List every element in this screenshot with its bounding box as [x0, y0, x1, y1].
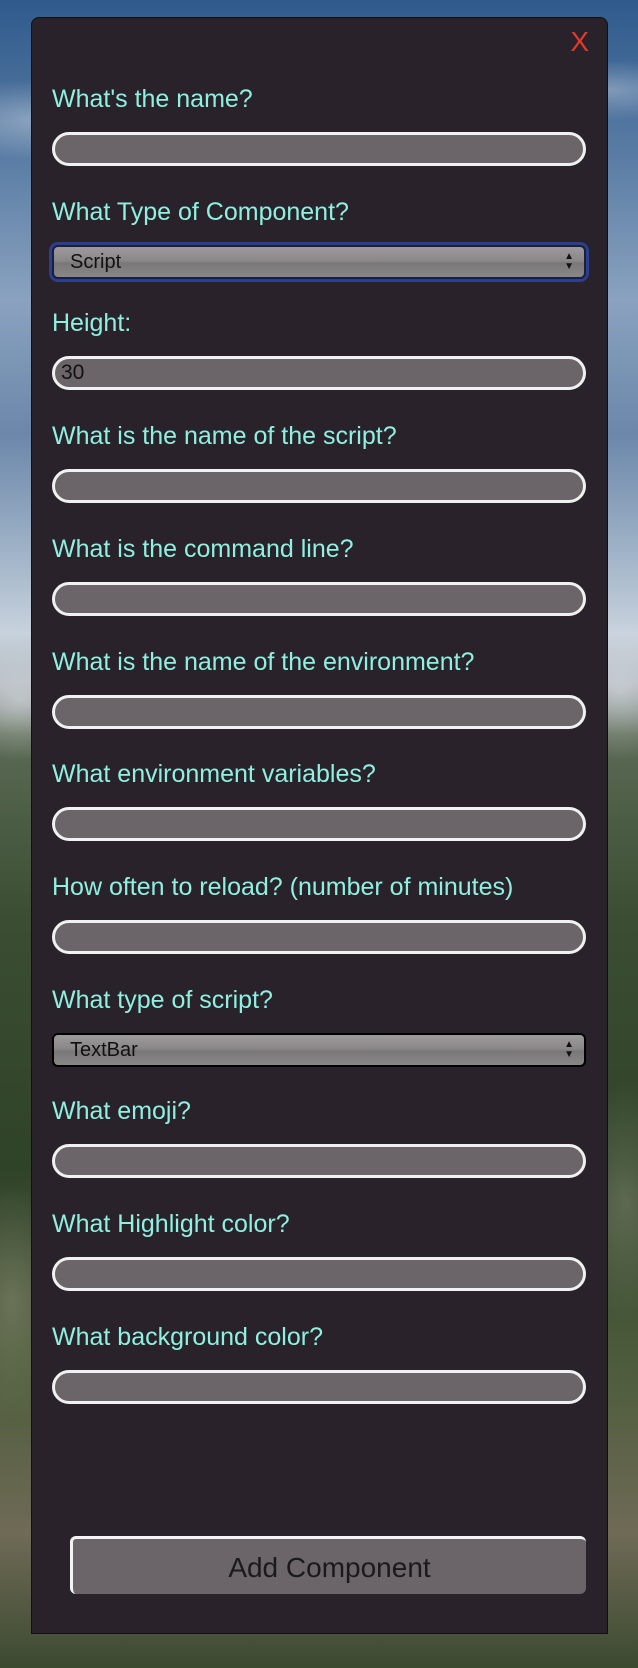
highlight-color-label: What Highlight color?: [52, 1210, 290, 1238]
environment-name-input[interactable]: [52, 695, 586, 729]
environment-name-label: What is the name of the environment?: [52, 648, 475, 676]
reload-interval-label: How often to reload? (number of minutes): [52, 873, 514, 901]
command-line-input[interactable]: [52, 582, 586, 616]
highlight-color-input[interactable]: [52, 1257, 586, 1291]
name-input[interactable]: [52, 132, 586, 166]
background-color-label: What background color?: [52, 1323, 323, 1351]
script-type-value: TextBar: [70, 1038, 138, 1061]
environment-variables-input[interactable]: [52, 807, 586, 841]
script-name-label: What is the name of the script?: [52, 422, 397, 450]
emoji-input[interactable]: [52, 1144, 586, 1178]
component-type-label: What Type of Component?: [52, 198, 349, 226]
add-component-button[interactable]: Add Component: [70, 1536, 586, 1594]
add-component-panel: X What's the name? What Type of Componen…: [31, 17, 608, 1634]
name-label: What's the name?: [52, 85, 253, 113]
script-name-input[interactable]: [52, 469, 586, 503]
height-label: Height:: [52, 309, 132, 337]
script-type-label: What type of script?: [52, 986, 273, 1014]
height-input[interactable]: [52, 356, 586, 390]
close-icon[interactable]: X: [570, 28, 589, 56]
background-color-input[interactable]: [52, 1370, 586, 1404]
component-type-value: Script: [70, 250, 122, 273]
command-line-label: What is the command line?: [52, 535, 354, 563]
emoji-label: What emoji?: [52, 1097, 191, 1125]
environment-variables-label: What environment variables?: [52, 760, 376, 788]
select-arrows-icon: ▲ ▼: [564, 1039, 574, 1060]
reload-interval-input[interactable]: [52, 920, 586, 954]
component-type-select[interactable]: Script ▲ ▼: [52, 245, 586, 279]
select-arrows-icon: ▲ ▼: [564, 251, 574, 272]
script-type-select[interactable]: TextBar ▲ ▼: [52, 1033, 586, 1067]
